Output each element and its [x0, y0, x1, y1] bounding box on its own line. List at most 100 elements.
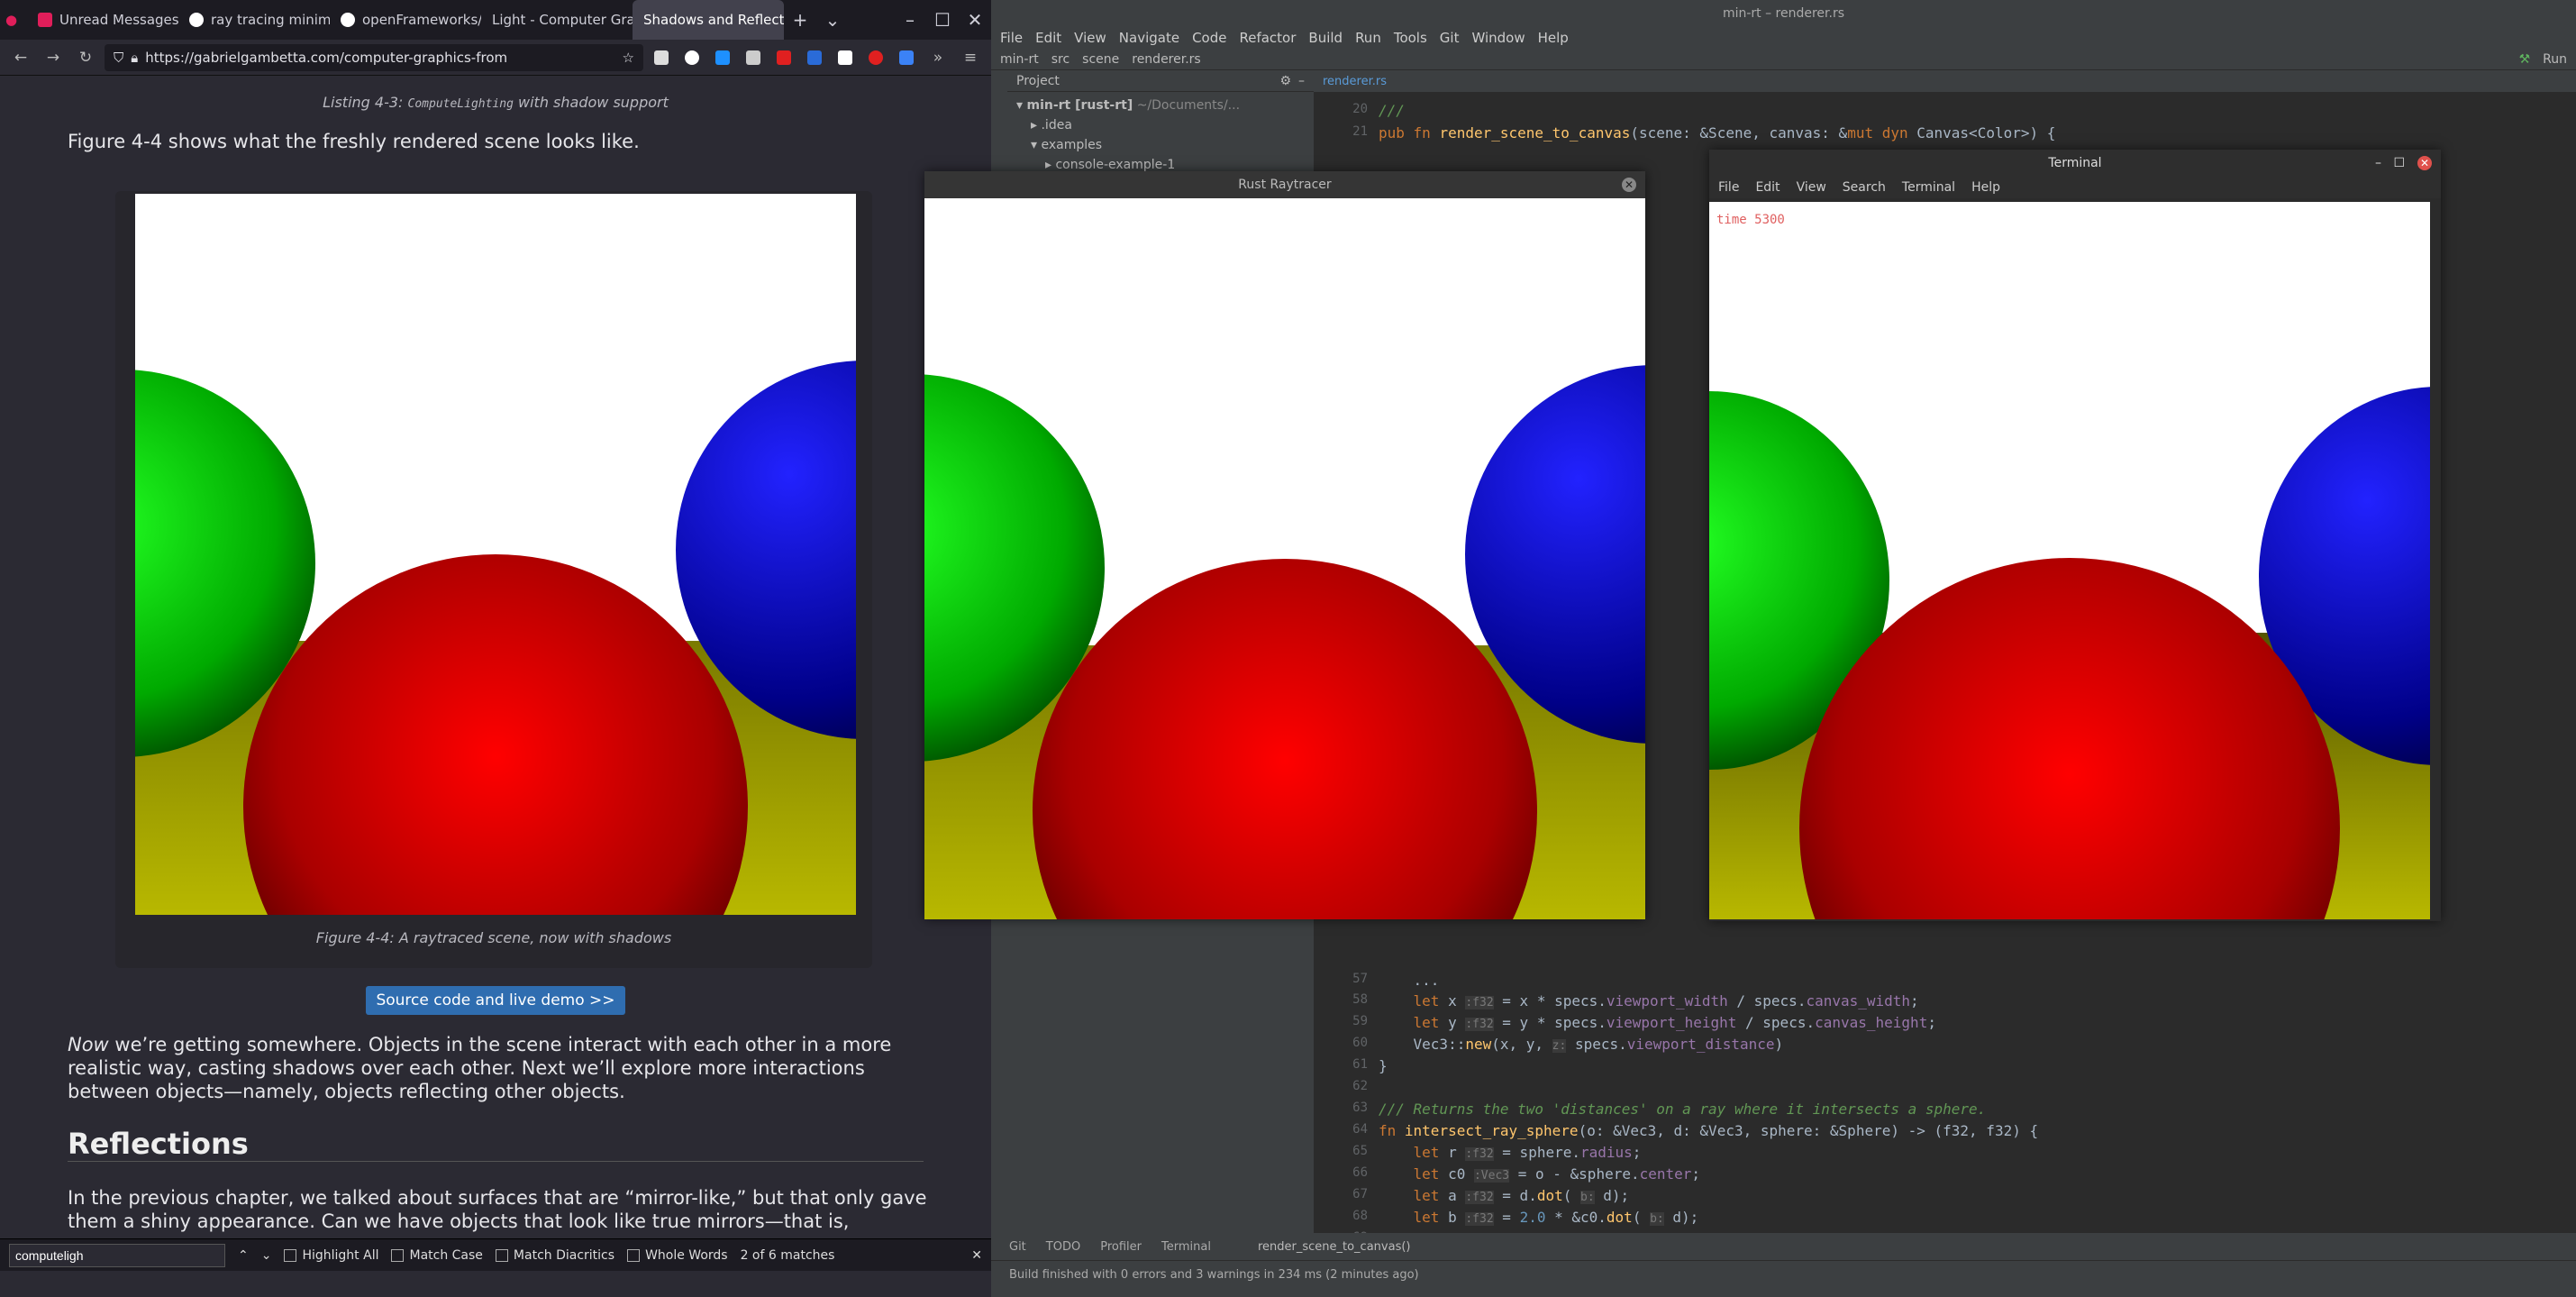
- terminal-menu-edit[interactable]: Edit: [1755, 180, 1780, 195]
- new-tab-icon[interactable]: +: [784, 9, 816, 31]
- line-number: 58: [1352, 992, 1368, 1007]
- line-number: 20: [1352, 102, 1368, 116]
- file-tab[interactable]: renderer.rs: [1323, 75, 1387, 88]
- match-diacritics-checkbox[interactable]: Match Diacritics: [495, 1248, 614, 1263]
- line-number: 57: [1352, 972, 1368, 986]
- bookmark-star-icon[interactable]: ☆: [623, 50, 634, 66]
- back-icon[interactable]: ←: [7, 49, 34, 67]
- menu-refactor[interactable]: Refactor: [1239, 30, 1296, 46]
- tab-shadows-reflections[interactable]: Shadows and Reflecti✕: [633, 0, 784, 40]
- find-input[interactable]: [9, 1243, 225, 1267]
- extension-icon[interactable]: [899, 50, 914, 65]
- code-line[interactable]: /// Returns the two 'distances' on a ray…: [1379, 1101, 1986, 1118]
- tool-terminal[interactable]: Terminal: [1161, 1240, 1211, 1254]
- terminal-menu-help[interactable]: Help: [1971, 180, 2000, 195]
- code-line[interactable]: fn intersect_ray_sphere(o: &Vec3, d: &Ve…: [1379, 1122, 2038, 1139]
- crumb-project[interactable]: min-rt: [1000, 52, 1039, 67]
- extension-icon[interactable]: [746, 50, 760, 65]
- minimize-icon[interactable]: –: [894, 9, 926, 31]
- tab-light[interactable]: Light - Computer Gra: [481, 0, 633, 40]
- build-hammer-icon[interactable]: ⚒: [2519, 52, 2531, 67]
- extension-icon[interactable]: [807, 50, 822, 65]
- code-line[interactable]: let c0 :Vec3 = o - &sphere.center;: [1379, 1165, 1700, 1183]
- highlight-all-checkbox[interactable]: Highlight All: [284, 1248, 378, 1263]
- hide-panel-icon[interactable]: –: [1298, 74, 1305, 88]
- code-line[interactable]: let y :f32 = y * specs.viewport_height /…: [1379, 1014, 1936, 1031]
- tree-item-examples[interactable]: ▾ examples: [1016, 135, 1305, 155]
- intro-paragraph: Figure 4-4 shows what the freshly render…: [68, 131, 640, 152]
- url-text[interactable]: https://gabrielgambetta.com/computer-gra…: [145, 50, 507, 66]
- line-number: 68: [1352, 1209, 1368, 1223]
- tab-list-icon[interactable]: ⌄: [816, 9, 849, 31]
- code-line[interactable]: let b :f32 = 2.0 * &c0.dot( b: d);: [1379, 1209, 1698, 1226]
- source-code-demo-button[interactable]: Source code and live demo >>: [366, 986, 625, 1015]
- paragraph-reflections: In the previous chapter, we talked about…: [68, 1187, 927, 1232]
- terminal-menu-file[interactable]: File: [1718, 180, 1739, 195]
- tree-item-idea[interactable]: ▸ .idea: [1016, 115, 1305, 135]
- whole-words-checkbox[interactable]: Whole Words: [627, 1248, 728, 1263]
- project-panel-label[interactable]: Project: [1016, 74, 1060, 88]
- tool-git[interactable]: Git: [1009, 1240, 1026, 1254]
- find-next-icon[interactable]: ⌄: [261, 1248, 272, 1263]
- code-line[interactable]: Vec3::new(x, y, z: specs.viewport_distan…: [1379, 1036, 1783, 1053]
- maximize-icon[interactable]: ☐: [926, 9, 959, 31]
- pocket-icon[interactable]: [654, 50, 669, 65]
- listing-caption: Listing 4-3: ComputeLighting with shadow…: [323, 94, 669, 111]
- gear-icon[interactable]: ⚙: [1279, 74, 1291, 88]
- forward-icon[interactable]: →: [40, 49, 67, 67]
- crumb-scene[interactable]: scene: [1082, 52, 1119, 67]
- tab-openframeworks[interactable]: openFrameworks/: [330, 0, 481, 40]
- menu-tools[interactable]: Tools: [1394, 30, 1427, 46]
- menu-git[interactable]: Git: [1440, 30, 1460, 46]
- tab-unread-messages[interactable]: Unread Messages: [27, 0, 178, 40]
- overflow-icon[interactable]: »: [924, 49, 951, 67]
- menu-edit[interactable]: Edit: [1035, 30, 1061, 46]
- extension-icon[interactable]: [685, 50, 699, 65]
- code-line[interactable]: let x :f32 = x * specs.viewport_width / …: [1379, 992, 1919, 1009]
- terminal-menu-terminal[interactable]: Terminal: [1902, 180, 1955, 195]
- menu-build[interactable]: Build: [1308, 30, 1343, 46]
- hamburger-menu-icon[interactable]: ≡: [957, 49, 984, 67]
- code-line[interactable]: ...: [1379, 972, 1440, 989]
- function-breadcrumb: render_scene_to_canvas(): [1257, 1239, 1411, 1254]
- menu-help[interactable]: Help: [1538, 30, 1569, 46]
- tree-item-root[interactable]: ▾ min-rt [rust-rt] ~/Documents/...: [1016, 96, 1305, 115]
- menu-navigate[interactable]: Navigate: [1119, 30, 1179, 46]
- code-line[interactable]: }: [1379, 1057, 1388, 1074]
- tool-todo[interactable]: TODO: [1046, 1240, 1080, 1254]
- section-heading: Reflections: [68, 1127, 249, 1161]
- menu-file[interactable]: File: [1000, 30, 1023, 46]
- browser-menu-icon[interactable]: ●: [0, 0, 27, 40]
- menu-code[interactable]: Code: [1192, 30, 1226, 46]
- extension-icon[interactable]: [777, 50, 791, 65]
- find-previous-icon[interactable]: ⌃: [238, 1248, 249, 1263]
- maximize-icon[interactable]: ☐: [2393, 150, 2405, 177]
- run-button[interactable]: Run: [2543, 52, 2567, 67]
- extension-icon[interactable]: [869, 50, 883, 65]
- minimize-icon[interactable]: –: [2375, 150, 2381, 177]
- match-case-checkbox[interactable]: Match Case: [391, 1248, 483, 1263]
- tab-ray-tracing[interactable]: ray tracing minima: [178, 0, 330, 40]
- terminal-menu-search[interactable]: Search: [1843, 180, 1886, 195]
- crumb-file[interactable]: renderer.rs: [1132, 52, 1200, 67]
- menu-run[interactable]: Run: [1355, 30, 1381, 46]
- terminal-menu-view[interactable]: View: [1797, 180, 1826, 195]
- browser-window: ● Unread Messages ray tracing minima ope…: [0, 0, 991, 1297]
- menu-window[interactable]: Window: [1471, 30, 1525, 46]
- crumb-src[interactable]: src: [1051, 52, 1070, 67]
- url-bar[interactable]: ⛉ 🔒︎ https://gabrielgambetta.com/compute…: [105, 43, 643, 71]
- close-window-icon[interactable]: ✕: [959, 9, 991, 31]
- extension-icon[interactable]: [715, 50, 730, 65]
- close-findbar-icon[interactable]: ✕: [971, 1248, 982, 1263]
- reload-icon[interactable]: ↻: [72, 49, 99, 67]
- code-line[interactable]: let r :f32 = sphere.radius;: [1379, 1144, 1641, 1161]
- tool-profiler[interactable]: Profiler: [1100, 1240, 1142, 1254]
- close-icon[interactable]: ✕: [2417, 156, 2432, 170]
- menu-view[interactable]: View: [1074, 30, 1106, 46]
- code-line[interactable]: ///: [1379, 102, 1405, 119]
- code-line[interactable]: let a :f32 = d.dot( b: d);: [1379, 1187, 1629, 1204]
- mail-icon[interactable]: [838, 50, 852, 65]
- ide-menu-bar: File Edit View Navigate Code Refactor Bu…: [991, 25, 2576, 50]
- close-icon[interactable]: ✕: [1622, 178, 1636, 192]
- code-line[interactable]: pub fn render_scene_to_canvas(scene: &Sc…: [1379, 124, 2055, 142]
